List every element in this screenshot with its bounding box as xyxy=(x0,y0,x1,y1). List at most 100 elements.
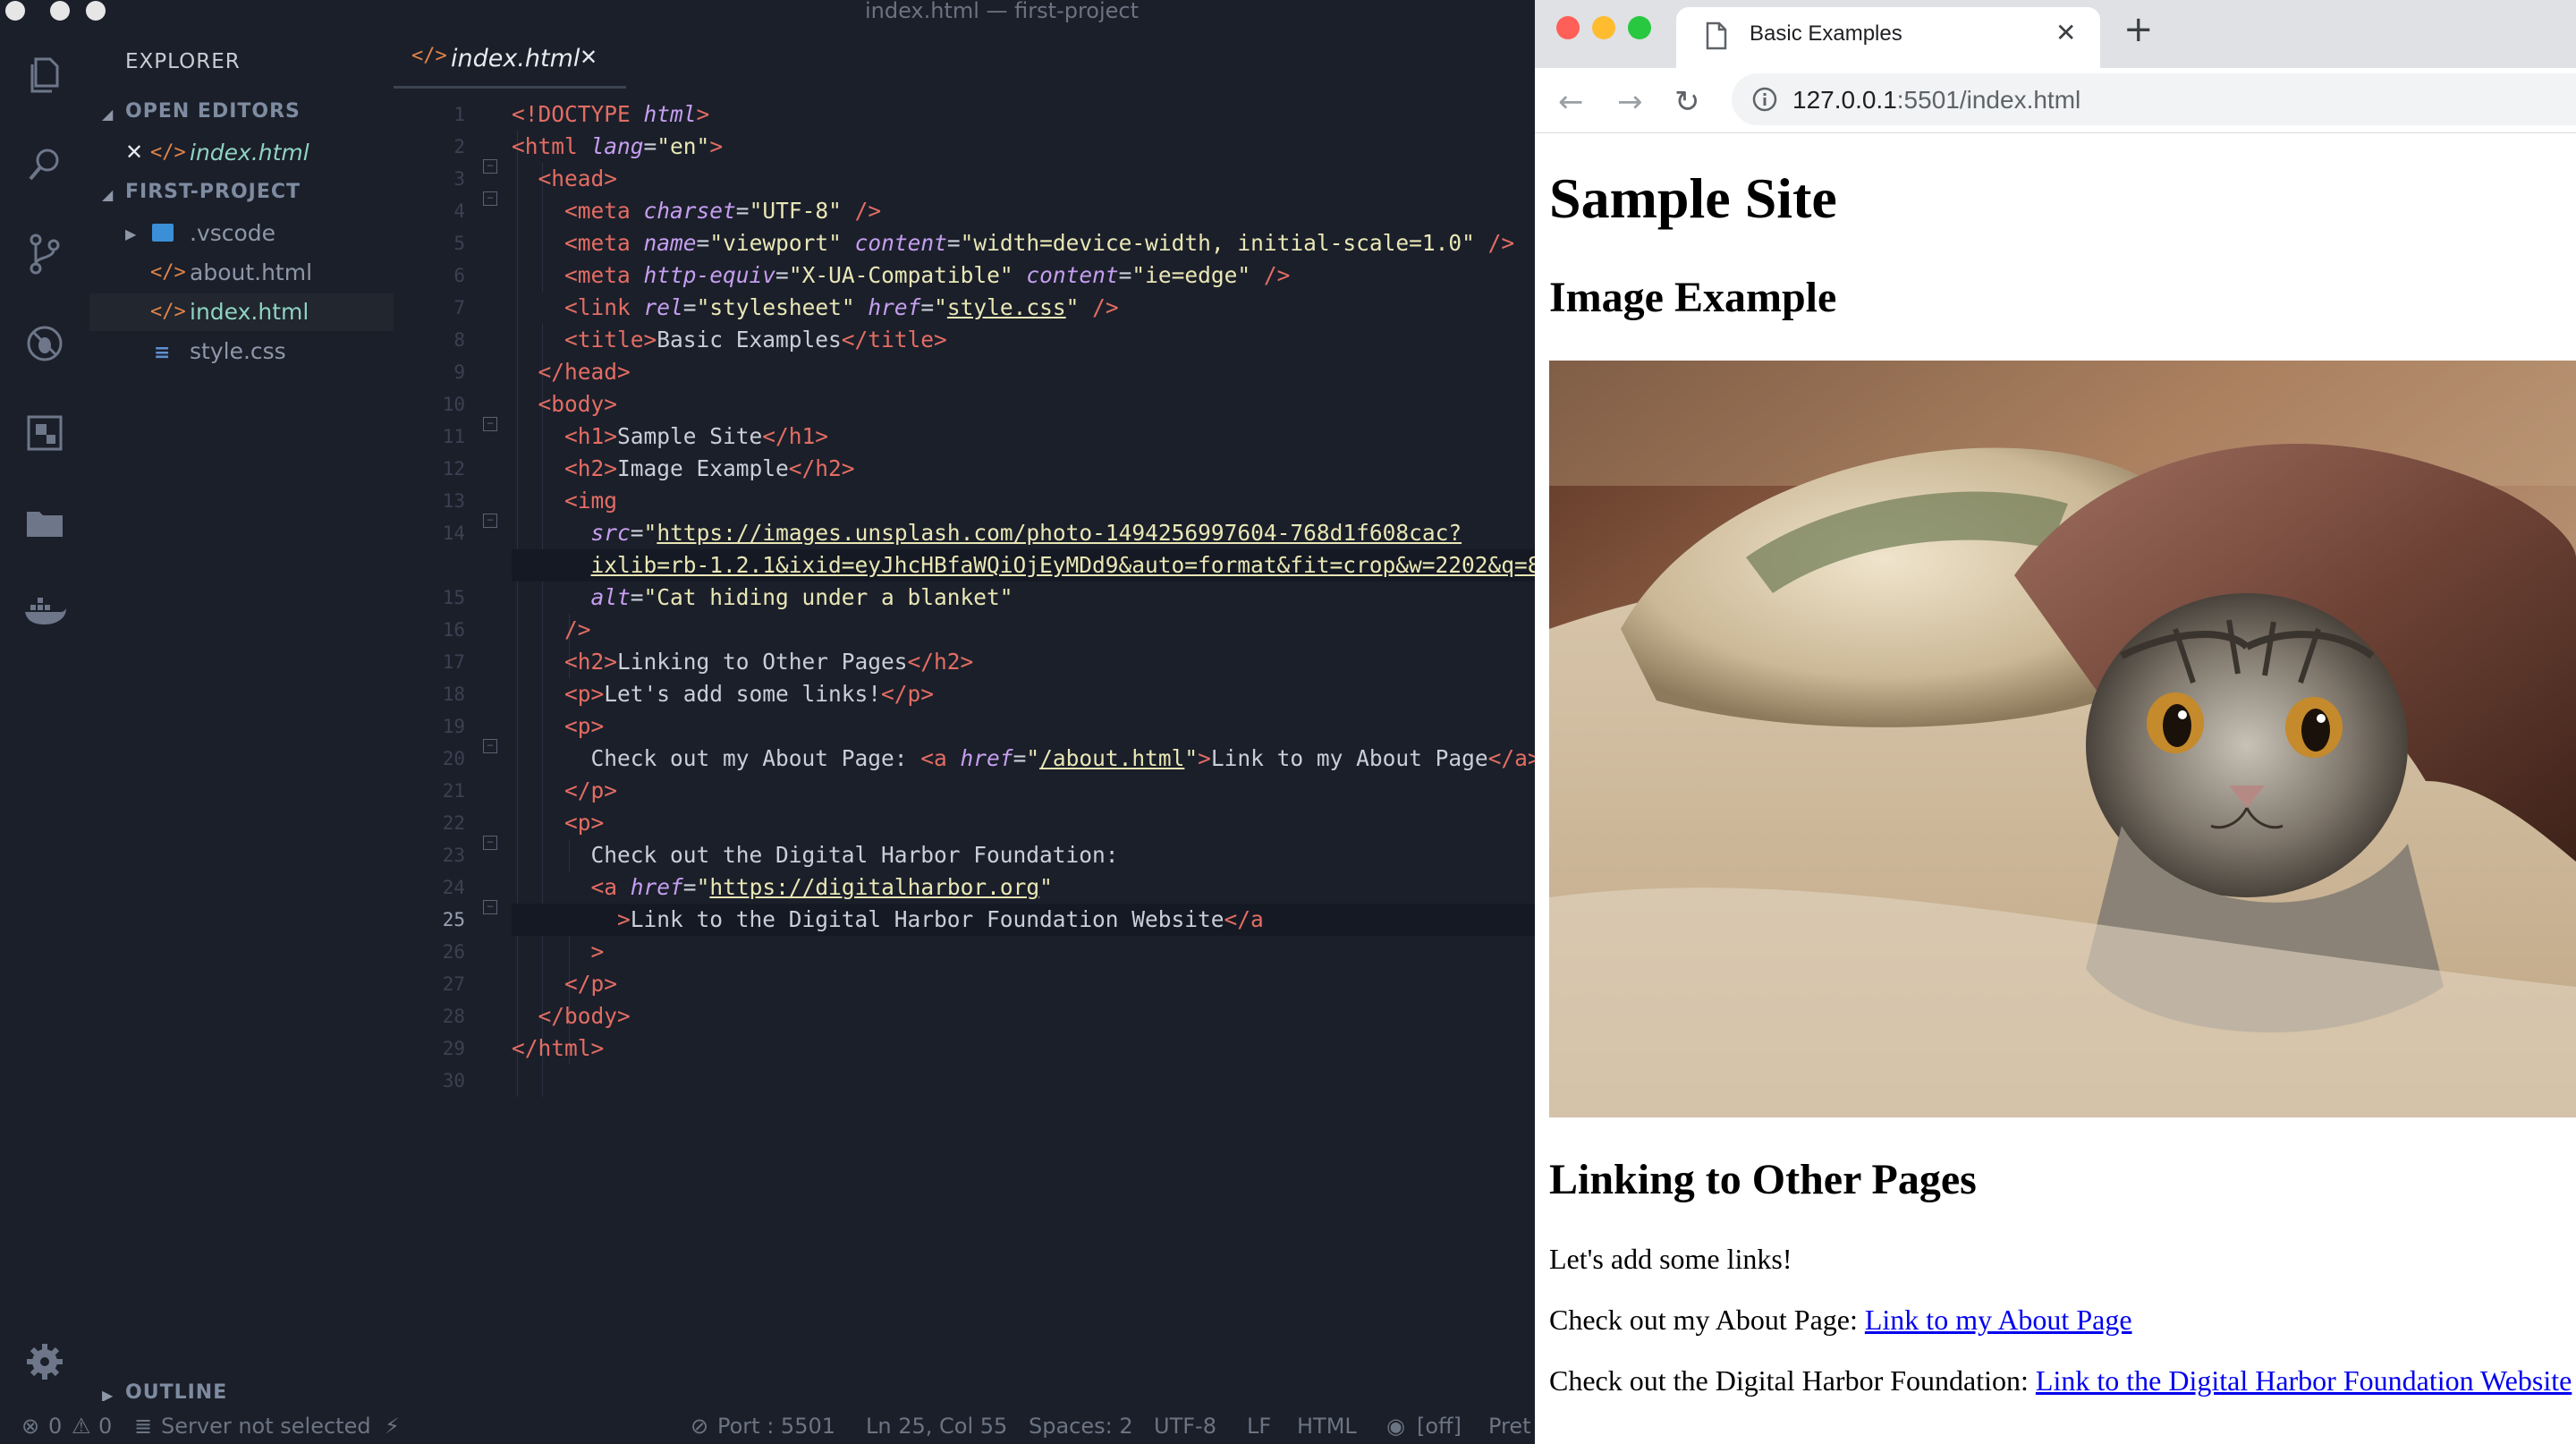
fold-icon[interactable]: − xyxy=(483,514,497,528)
css-icon: ≡ xyxy=(154,342,171,364)
reload-icon[interactable]: ↻ xyxy=(1674,84,1700,120)
fold-icon[interactable]: − xyxy=(483,159,497,174)
url-text[interactable]: 127.0.0.1:5501/index.html xyxy=(1792,86,2080,115)
line-number: 8 xyxy=(453,329,465,351)
chevron-down-icon[interactable]: ◢ xyxy=(102,106,113,123)
tree-item-about[interactable]: </> about.html xyxy=(89,254,394,292)
source-control-icon[interactable] xyxy=(20,229,70,279)
gear-icon[interactable] xyxy=(20,1337,70,1387)
fold-icon[interactable]: − xyxy=(483,739,497,753)
line-number: 19 xyxy=(442,716,465,737)
cat-image xyxy=(1549,361,2576,1117)
line-number: 28 xyxy=(442,1006,465,1027)
extensions-icon[interactable] xyxy=(20,408,70,458)
chevron-right-icon: ▶ xyxy=(125,225,137,242)
eye-icon: ◉ xyxy=(1386,1414,1405,1439)
line-number: 15 xyxy=(442,587,465,608)
info-icon[interactable] xyxy=(1751,86,1778,113)
chevron-down-icon[interactable]: ◢ xyxy=(102,186,113,203)
code-line-9: </head> xyxy=(538,359,631,385)
language-mode[interactable]: HTML xyxy=(1297,1414,1357,1439)
line-number: 4 xyxy=(453,200,465,222)
fold-icon[interactable]: − xyxy=(483,417,497,431)
about-link[interactable]: Link to my About Page xyxy=(1865,1304,2132,1336)
line-number: 22 xyxy=(442,812,465,834)
code-line-15: alt="Cat hiding under a blanket" xyxy=(590,584,1013,610)
close-icon[interactable]: ✕ xyxy=(2055,18,2076,47)
browser-tab[interactable]: Basic Examples ✕ xyxy=(1676,7,2100,68)
lightning-icon[interactable]: ⚡ xyxy=(385,1414,400,1439)
tree-item-vscode[interactable]: ▶ .vscode xyxy=(89,215,394,252)
code-line-26: > xyxy=(590,939,605,964)
folder-icon[interactable] xyxy=(20,497,70,548)
code-line-7: <link rel="stylesheet" href="style.css" … xyxy=(564,294,1119,320)
server-status[interactable]: Server not selected xyxy=(161,1414,371,1439)
line-number: 21 xyxy=(442,780,465,802)
forward-arrow-icon[interactable]: → xyxy=(1617,84,1643,120)
address-bar[interactable]: 127.0.0.1:5501/index.html xyxy=(1732,73,2576,125)
port-status[interactable]: Port : 5501 xyxy=(717,1414,835,1439)
open-editors-header[interactable]: OPEN EDITORS xyxy=(125,100,301,123)
cursor-position[interactable]: Ln 25, Col 55 xyxy=(866,1414,1007,1439)
code-link[interactable]: https://images.unsplash.com/photo-149425… xyxy=(657,520,1462,546)
line-ending[interactable]: LF xyxy=(1247,1414,1271,1439)
tab-index-html[interactable]: </> index.html ✕ xyxy=(394,34,626,89)
code-line-21: </p> xyxy=(564,777,618,803)
rendered-page: Sample Site Image Example Linking to Oth… xyxy=(1535,133,2576,1444)
close-icon[interactable]: ✕ xyxy=(580,45,597,70)
code-link[interactable]: https://digitalharbor.org xyxy=(709,874,1039,900)
line-number: 16 xyxy=(442,619,465,641)
code-line-2: <html lang="en"> xyxy=(512,133,724,159)
linking-heading: Linking to Other Pages xyxy=(1549,1156,1977,1203)
docker-icon[interactable] xyxy=(20,587,70,637)
code-line-29: </html> xyxy=(512,1035,605,1061)
new-tab-button[interactable]: + xyxy=(2123,9,2154,50)
close-icon[interactable]: ✕ xyxy=(125,140,143,165)
close-window-button[interactable] xyxy=(1556,16,1580,39)
line-number: 30 xyxy=(442,1070,465,1091)
code-line-28: </body> xyxy=(538,1003,631,1029)
files-icon[interactable] xyxy=(20,50,70,100)
editor-tab-bar: </> index.html ✕ xyxy=(394,23,1535,95)
html-file-icon: </> xyxy=(411,45,447,67)
line-number: 23 xyxy=(442,845,465,866)
code-link[interactable]: /about.html xyxy=(1039,745,1184,771)
line-number: 1 xyxy=(453,104,465,125)
tree-item-style[interactable]: ≡ style.css xyxy=(89,333,394,370)
code-line-11: <h1>Sample Site</h1> xyxy=(564,423,829,449)
project-folder-header[interactable]: FIRST-PROJECT xyxy=(125,181,301,203)
warning-count[interactable]: 0 xyxy=(98,1414,112,1439)
maximize-window-button[interactable] xyxy=(1628,16,1651,39)
error-icon[interactable]: ⊗ xyxy=(21,1414,39,1439)
indentation[interactable]: Spaces: 2 xyxy=(1029,1414,1133,1439)
code-line-17: <h2>Linking to Other Pages</h2> xyxy=(564,649,974,675)
code-area[interactable]: <!DOCTYPE html> <html lang="en"> <head> … xyxy=(512,95,1567,1133)
vscode-window: index.html — first-project EXPLORER ◢ OP… xyxy=(0,0,1567,1444)
code-line-14b: ixlib=rb-1.2.1&ixid=eyJhcHBfaWQiOjEyMDd9… xyxy=(512,549,1567,582)
code-line-6: <meta http-equiv="X-UA-Compatible" conte… xyxy=(564,262,1291,288)
fold-icon[interactable]: − xyxy=(483,900,497,914)
code-line-1: <!DOCTYPE html> xyxy=(512,101,710,127)
dh-link[interactable]: Link to the Digital Harbor Foundation We… xyxy=(2036,1364,2572,1397)
minimize-window-button[interactable] xyxy=(1592,16,1615,39)
url-host: 127.0.0.1 xyxy=(1792,86,1897,114)
code-editor[interactable]: </> index.html ✕ 1 2 3 4 5 6 7 8 9 10 11 12 13 14 15 16… xyxy=(394,23,1567,1401)
code-link[interactable]: style.css xyxy=(947,294,1066,320)
port-icon: ⊘ xyxy=(691,1414,709,1439)
back-arrow-icon[interactable]: ← xyxy=(1558,84,1584,120)
prettier-status[interactable]: Pret xyxy=(1488,1414,1531,1439)
intro-paragraph: Let's add some links! xyxy=(1549,1243,1792,1275)
error-count[interactable]: 0 xyxy=(48,1414,62,1439)
fold-icon[interactable]: − xyxy=(483,191,497,206)
warning-icon[interactable]: ⚠ xyxy=(72,1414,91,1439)
encoding[interactable]: UTF-8 xyxy=(1154,1414,1216,1439)
line-number: 9 xyxy=(453,361,465,383)
line-number: 2 xyxy=(453,136,465,157)
fold-icon[interactable]: − xyxy=(483,836,497,850)
debug-icon[interactable] xyxy=(20,319,70,369)
open-editor-item[interactable]: ✕ </> index.html xyxy=(89,134,394,172)
search-icon[interactable] xyxy=(20,140,70,190)
code-link[interactable]: ixlib=rb-1.2.1&ixid=eyJhcHBfaWQiOjEyMDd9… xyxy=(591,552,1555,578)
tree-item-index[interactable]: </> index.html xyxy=(89,293,394,331)
preview-status[interactable]: [off] xyxy=(1417,1414,1462,1439)
